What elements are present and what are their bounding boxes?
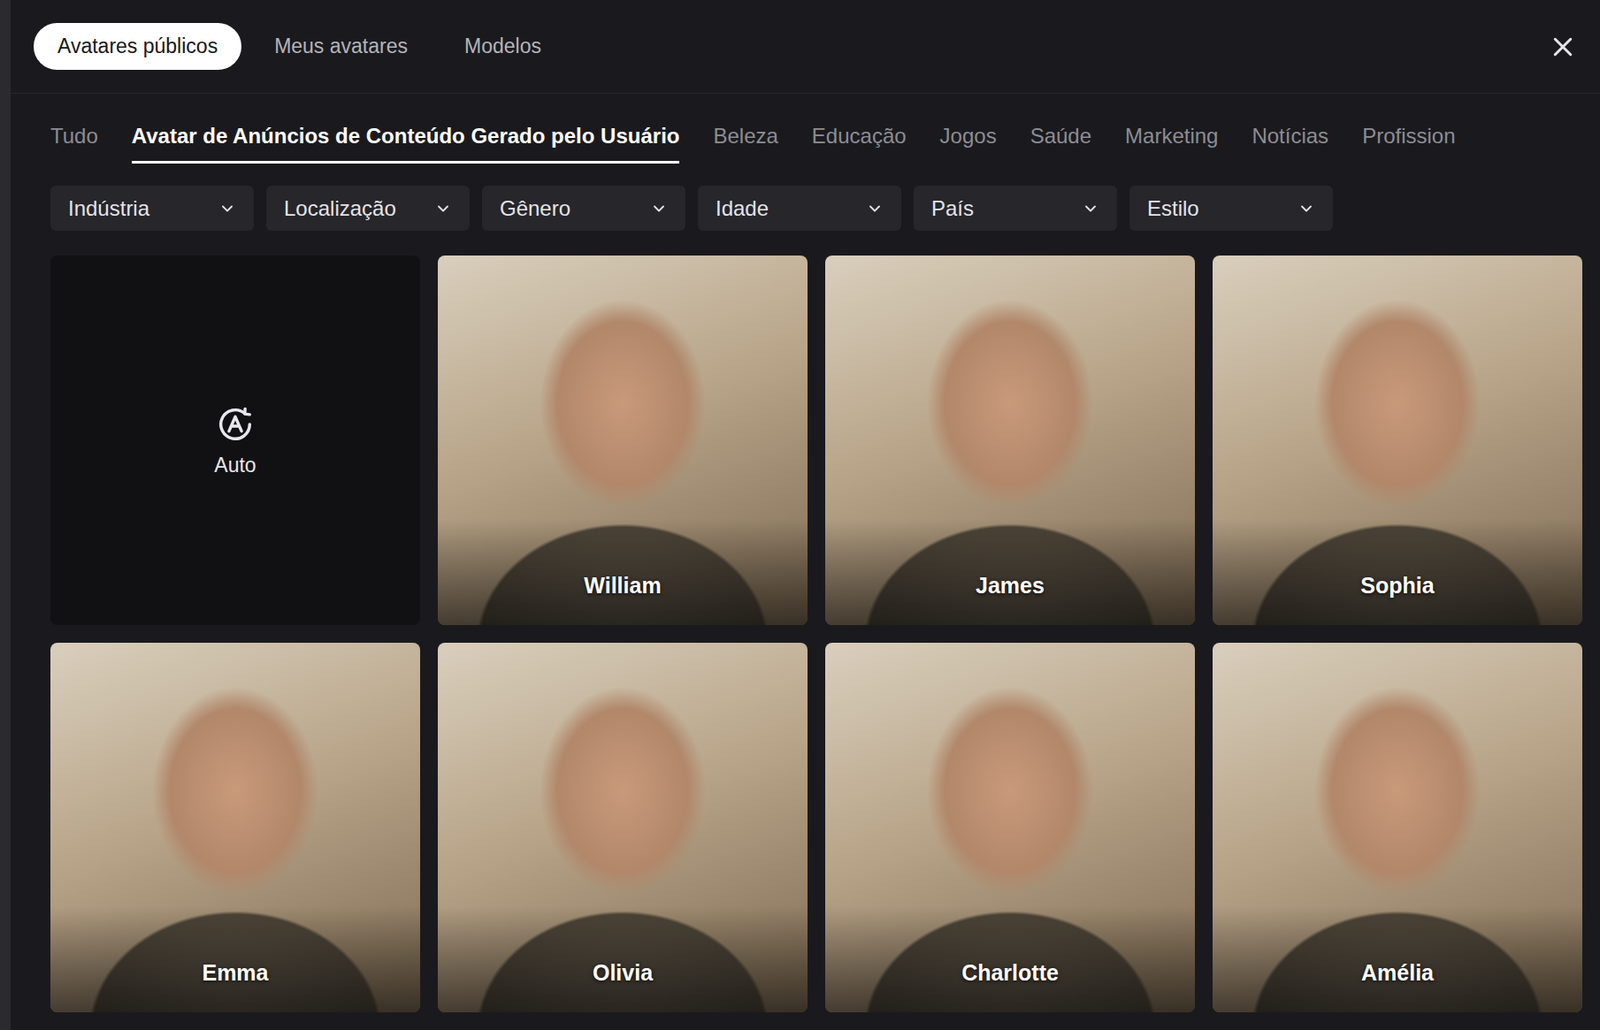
category-tab[interactable]: Tudo	[50, 120, 99, 164]
close-button[interactable]	[1545, 29, 1581, 65]
filter-dropdown[interactable]: País	[913, 185, 1118, 231]
avatar-grid: Auto William James Sophia Emma Olivia Charlott…	[10, 230, 1600, 1013]
avatar-card[interactable]: William	[437, 255, 808, 626]
photo-shade	[1212, 906, 1583, 1013]
avatar-name: Amélia	[1212, 960, 1583, 987]
chevron-down-icon	[218, 199, 237, 218]
category-tab[interactable]: Notícias	[1251, 120, 1329, 164]
photo-shade	[825, 519, 1195, 626]
top-tab[interactable]: Modelos	[440, 22, 566, 70]
filter-dropdown[interactable]: Gênero	[482, 185, 686, 231]
category-tab[interactable]: Jogos	[940, 120, 997, 164]
filter-label: Localização	[283, 196, 397, 222]
top-tab[interactable]: Meus avatares	[250, 22, 432, 70]
filter-label: Gênero	[499, 196, 571, 222]
avatar-card[interactable]: Charlotte	[825, 643, 1195, 1013]
filter-dropdown[interactable]: Estilo	[1129, 185, 1333, 231]
close-icon	[1549, 33, 1577, 61]
avatar-name: James	[825, 573, 1195, 599]
chevron-down-icon	[865, 199, 884, 218]
filter-dropdown[interactable]: Idade	[697, 185, 902, 231]
filter-label: Estilo	[1147, 196, 1200, 222]
filter-bar: Indústria Localização Gênero Idade País Estil…	[10, 163, 1600, 231]
avatar-name: Emma	[50, 960, 421, 987]
category-tab[interactable]: Profission	[1362, 120, 1455, 164]
avatar-modal: Avatares públicosMeus avataresModelosTud…	[10, 0, 1600, 1030]
category-tab[interactable]: Beleza	[712, 120, 778, 164]
avatar-card[interactable]: Olivia	[437, 643, 808, 1013]
category-tab[interactable]: Marketing	[1125, 120, 1218, 164]
side-strip	[0, 0, 11, 1030]
auto-icon	[214, 404, 256, 445]
chevron-down-icon	[650, 199, 668, 218]
top-tab[interactable]: Avatares públicos	[33, 22, 242, 70]
avatar-card[interactable]: James	[825, 255, 1195, 626]
chevron-down-icon	[1297, 199, 1316, 218]
filter-dropdown[interactable]: Indústria	[50, 185, 254, 231]
category-tab[interactable]: Saúde	[1030, 120, 1092, 164]
chevron-down-icon	[1081, 199, 1100, 218]
photo-shade	[825, 906, 1195, 1013]
category-tab[interactable]: Avatar de Anúncios de Conteúdo Gerado pe…	[131, 120, 681, 164]
avatar-card[interactable]: Sophia	[1212, 255, 1583, 626]
filter-dropdown[interactable]: Localização	[266, 185, 470, 231]
photo-shade	[1212, 519, 1583, 626]
category-tab[interactable]: Educação	[811, 120, 907, 164]
avatar-card[interactable]: Emma	[50, 643, 421, 1013]
filter-label: Indústria	[68, 196, 150, 222]
category-tabs: Tudo Avatar de Anúncios de Conteúdo Gerad…	[10, 93, 1600, 164]
avatar-card[interactable]: Amélia	[1212, 643, 1583, 1013]
avatar-name: Olivia	[437, 960, 808, 987]
avatar-name: William	[437, 573, 808, 599]
avatar-name: Charlotte	[825, 960, 1195, 987]
top-bar: Avatares públicosMeus avataresModelos	[10, 0, 1600, 94]
avatar-name: Sophia	[1212, 573, 1583, 599]
chevron-down-icon	[434, 199, 452, 218]
photo-shade	[437, 906, 808, 1013]
photo-shade	[50, 906, 421, 1013]
filter-label: País	[931, 196, 974, 222]
photo-shade	[437, 519, 808, 626]
auto-label: Auto	[214, 453, 256, 478]
filter-label: Idade	[715, 196, 769, 222]
auto-card[interactable]: Auto	[50, 255, 421, 626]
